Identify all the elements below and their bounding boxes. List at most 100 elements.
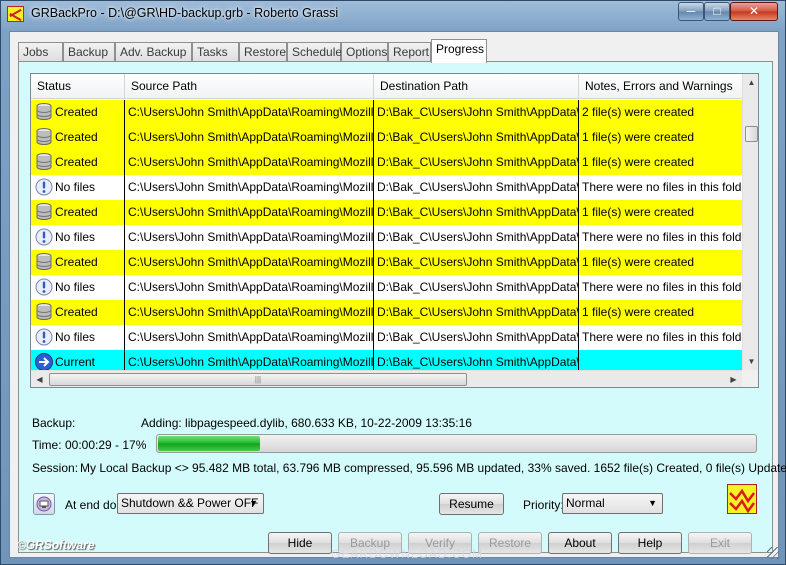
cell-text: D:\Bak_C\Users\John Smith\AppData\...: [377, 230, 579, 244]
database-icon: [34, 202, 54, 222]
table-row[interactable]: No files C:\Users\John Smith\AppData\Roam…: [31, 225, 742, 250]
cell-text: 2 file(s) were created: [582, 105, 695, 119]
cell-text: C:\Users\John Smith\AppData\Roaming\Mozi…: [128, 330, 374, 344]
table-row[interactable]: Created C:\Users\John Smith\AppData\Roami…: [31, 100, 742, 125]
table-row[interactable]: No files C:\Users\John Smith\AppData\Roam…: [31, 275, 742, 300]
table-row[interactable]: Created C:\Users\John Smith\AppData\Roami…: [31, 125, 742, 150]
cell-text: Created: [55, 305, 98, 319]
column-header-notes[interactable]: Notes, Errors and Warnings: [579, 74, 742, 99]
table-row[interactable]: Created C:\Users\John Smith\AppData\Roami…: [31, 250, 742, 275]
cell-source: C:\Users\John Smith\AppData\Roaming\Mozi…: [125, 200, 374, 225]
arrow-right-circle-icon: [34, 352, 54, 372]
horizontal-scroll-thumb[interactable]: |||: [49, 373, 467, 386]
help-button[interactable]: Help: [618, 532, 682, 554]
cell-dest: D:\Bak_C\Users\John Smith\AppData\...: [374, 150, 579, 175]
progress-panel: Status Source Path Destination Path Note…: [18, 61, 786, 553]
tab-progress[interactable]: Progress: [431, 39, 487, 63]
cell-dest: D:\Bak_C\Users\John Smith\AppData\...: [374, 225, 579, 250]
client-area: Jobs Backup Adv. Backup Tasks Restore Schedul…: [9, 31, 786, 558]
scroll-down-icon[interactable]: ▼: [743, 353, 758, 370]
elapsed-time: 00:00:29 - 17%: [65, 438, 147, 452]
scroll-up-icon[interactable]: ▲: [743, 74, 758, 91]
resume-button[interactable]: Resume: [439, 493, 504, 515]
window-title: GRBackPro - D:\@GR\HD-backup.grb - Rober…: [31, 6, 339, 20]
column-header-status[interactable]: Status: [31, 74, 125, 99]
time-label: Time:: [32, 438, 62, 452]
database-icon: [34, 152, 54, 172]
backup-current-file: Adding: libpagespeed.dylib, 680.633 KB, …: [141, 416, 472, 430]
exit-button[interactable]: Exit: [688, 532, 752, 554]
cell-notes: There were no files in this folder: [579, 275, 742, 300]
backup-progress-bar: [156, 434, 757, 453]
tab-schedule[interactable]: Schedule: [287, 42, 342, 62]
cell-text: C:\Users\John Smith\AppData\Roaming\Mozi…: [128, 155, 374, 169]
close-window-button[interactable]: ✕: [730, 2, 778, 21]
cell-dest: D:\Bak_C\Users\John Smith\AppData\...: [374, 250, 579, 275]
database-icon: [34, 127, 54, 147]
info-icon: [34, 327, 54, 347]
cell-text: D:\Bak_C\Users\John Smith\AppData\...: [377, 180, 579, 194]
restore-button[interactable]: Restore: [478, 532, 542, 554]
cell-source: C:\Users\John Smith\AppData\Roaming\Mozi…: [125, 100, 374, 125]
scrollbar-corner: [742, 370, 758, 387]
cell-dest: D:\Bak_C\Users\John Smith\AppData\...: [374, 175, 579, 200]
title-bar[interactable]: GRBackPro - D:\@GR\HD-backup.grb - Rober…: [1, 1, 785, 27]
scroll-left-icon[interactable]: ◀: [31, 371, 48, 387]
minimize-button[interactable]: ─: [678, 2, 704, 21]
cell-status: Created: [31, 100, 125, 125]
column-header-destination[interactable]: Destination Path: [374, 74, 579, 99]
tab-adv-backup[interactable]: Adv. Backup: [115, 42, 192, 62]
table-row[interactable]: Created C:\Users\John Smith\AppData\Roami…: [31, 150, 742, 175]
about-button[interactable]: About: [548, 532, 612, 554]
end-action-icon[interactable]: [33, 493, 55, 515]
tab-report[interactable]: Report: [388, 42, 431, 62]
cell-text: No files: [55, 280, 96, 294]
hide-button[interactable]: Hide: [268, 532, 332, 554]
cell-text: C:\Users\John Smith\AppData\Roaming\Mozi…: [128, 205, 374, 219]
progress-list[interactable]: Status Source Path Destination Path Note…: [30, 73, 759, 388]
horizontal-scrollbar[interactable]: ◀ ||| ▶: [31, 370, 742, 387]
vertical-scrollbar[interactable]: ▲ ▼: [742, 74, 758, 370]
tab-options[interactable]: Options: [341, 42, 388, 62]
cell-source: C:\Users\John Smith\AppData\Roaming\Mozi…: [125, 175, 374, 200]
database-icon: [34, 102, 54, 122]
maximize-button[interactable]: □: [704, 2, 730, 21]
cell-text: 1 file(s) were created: [582, 255, 695, 269]
cell-notes: 1 file(s) were created: [579, 300, 742, 325]
cell-source: C:\Users\John Smith\AppData\Roaming\Mozi…: [125, 275, 374, 300]
cell-text: Created: [55, 130, 98, 144]
table-row[interactable]: No files C:\Users\John Smith\AppData\Roam…: [31, 175, 742, 200]
cell-status: Created: [31, 300, 125, 325]
table-row[interactable]: No files C:\Users\John Smith\AppData\Roam…: [31, 325, 742, 350]
scroll-right-icon[interactable]: ▶: [725, 371, 742, 387]
app-window: GRBackPro - D:\@GR\HD-backup.grb - Rober…: [0, 0, 786, 565]
cell-dest: D:\Bak_C\Users\John Smith\AppData\...: [374, 200, 579, 225]
table-row[interactable]: Created C:\Users\John Smith\AppData\Roami…: [31, 200, 742, 225]
cell-text: C:\Users\John Smith\AppData\Roaming\Mozi…: [128, 280, 374, 294]
priority-value: Normal: [566, 496, 605, 510]
cell-text: There were no files in this folder: [582, 280, 742, 294]
cell-text: No files: [55, 230, 96, 244]
info-icon: [34, 227, 54, 247]
cell-text: C:\Users\John Smith\AppData\Roaming\Mozi…: [128, 305, 374, 319]
cell-source: C:\Users\John Smith\AppData\Roaming\Mozi…: [125, 250, 374, 275]
tab-jobs[interactable]: Jobs: [18, 42, 63, 62]
cell-source: C:\Users\John Smith\AppData\Roaming\Mozi…: [125, 125, 374, 150]
session-label: Session:: [32, 461, 79, 475]
grbackpro-app-icon[interactable]: [7, 6, 24, 22]
cell-text: Created: [55, 255, 98, 269]
resize-grip[interactable]: [767, 547, 779, 559]
tab-restore[interactable]: Restore: [239, 42, 287, 62]
table-row[interactable]: Created C:\Users\John Smith\AppData\Roami…: [31, 300, 742, 325]
vertical-scroll-thumb[interactable]: [745, 126, 758, 142]
priority-dropdown[interactable]: Normal ▼: [562, 493, 663, 514]
tab-backup[interactable]: Backup: [63, 42, 115, 62]
cell-text: D:\Bak_C\Users\John Smith\AppData\...: [377, 305, 579, 319]
cell-notes: 1 file(s) were created: [579, 200, 742, 225]
column-header-source[interactable]: Source Path: [125, 74, 374, 99]
cell-text: D:\Bak_C\Users\John Smith\AppData\...: [377, 130, 579, 144]
cell-text: No files: [55, 330, 96, 344]
cell-notes: There were no files in this folder: [579, 175, 742, 200]
tab-tasks[interactable]: Tasks: [192, 42, 239, 62]
end-action-dropdown[interactable]: Shutdown && Power OFF ▼: [117, 493, 264, 514]
